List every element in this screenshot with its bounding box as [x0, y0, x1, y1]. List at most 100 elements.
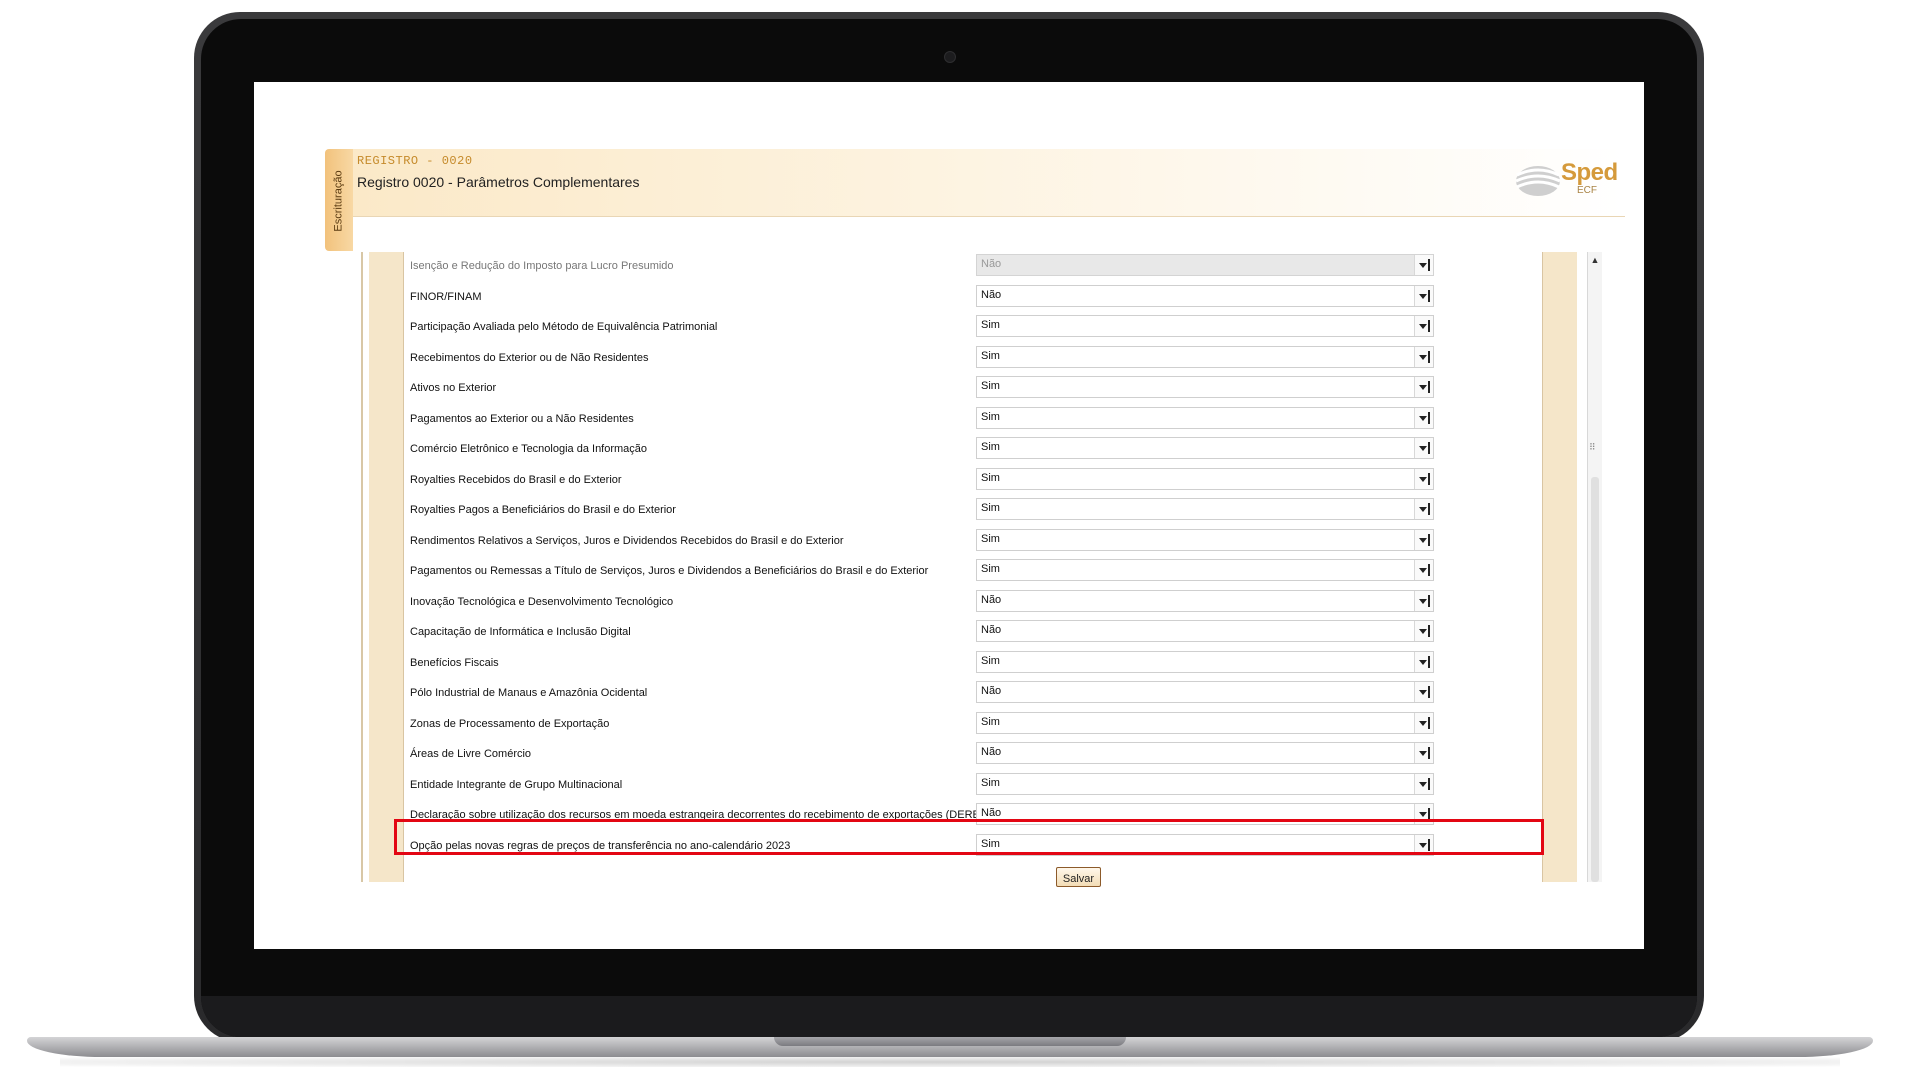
form-row: Inovação Tecnológica e Desenvolvimento T…: [404, 588, 1540, 618]
row-label: Comércio Eletrônico e Tecnologia da Info…: [410, 443, 648, 455]
yes-no-select[interactable]: Sim: [976, 772, 1434, 795]
select-value: Sim: [981, 563, 1000, 575]
yes-no-select[interactable]: Sim: [976, 650, 1434, 673]
select-value: Não: [981, 807, 1002, 819]
scrollbar[interactable]: ▲ ⠿: [1587, 252, 1602, 882]
sped-logo-text: Sped: [1561, 159, 1618, 186]
chevron-down-icon[interactable]: [1414, 438, 1433, 458]
row-label: Royalties Recebidos do Brasil e do Exter…: [410, 473, 622, 486]
yes-no-select[interactable]: Não: [976, 742, 1434, 764]
row-label: Capacitação de Informática e Inclusão Di…: [410, 626, 631, 638]
yes-no-select[interactable]: Sim: [976, 467, 1434, 490]
select-value: Sim: [981, 380, 1000, 392]
select-value: Não: [981, 746, 1002, 758]
chevron-down-icon[interactable]: [1414, 468, 1433, 489]
yes-no-select[interactable]: Não: [976, 589, 1434, 612]
panel-margin-right: [1542, 252, 1577, 882]
laptop-chin: [201, 996, 1697, 1037]
select-value: Não: [981, 685, 1002, 697]
scroll-thumb[interactable]: [1591, 477, 1599, 882]
form-row: Participação Avaliada pelo Método de Equ…: [404, 313, 1540, 343]
select-value: Não: [981, 288, 1002, 301]
arrow-up-icon[interactable]: ▲: [1589, 254, 1601, 266]
form-row: Entidade Integrante de Grupo Multinacion…: [404, 771, 1540, 801]
side-tab-label: Escrituração: [333, 170, 346, 232]
row-label: Participação Avaliada pelo Método de Equ…: [410, 321, 718, 333]
chevron-down-icon[interactable]: [1414, 712, 1433, 733]
page-title: Registro 0020 - Parâmetros Complementare…: [357, 174, 640, 190]
yes-no-select[interactable]: Sim: [976, 498, 1434, 520]
form-row: Comércio Eletrônico e Tecnologia da Info…: [404, 435, 1540, 465]
chevron-down-icon[interactable]: [1414, 346, 1433, 367]
form-panel: Isenção e Redução do Imposto para Lucro …: [361, 252, 1615, 887]
select-value: Sim: [981, 502, 1000, 514]
yes-no-select[interactable]: Sim: [976, 711, 1434, 734]
yes-no-select[interactable]: Sim: [976, 559, 1434, 581]
form-row: Áreas de Livre Comércio Não: [404, 740, 1540, 770]
row-label: Ativos no Exterior: [410, 382, 497, 394]
sped-logo: Sped ECF: [1505, 153, 1625, 205]
form-row: Zonas de Processamento de Exportação Sim: [404, 710, 1540, 740]
select-value: Sim: [981, 319, 1000, 331]
chevron-down-icon[interactable]: [1414, 407, 1433, 428]
yes-no-select[interactable]: Sim: [976, 437, 1434, 459]
chevron-down-icon[interactable]: [1414, 743, 1433, 763]
sped-logo-icon: [1515, 166, 1561, 196]
sped-logo-sub: ECF: [1577, 185, 1597, 196]
select-value: Não: [981, 258, 1002, 270]
select-value: Sim: [981, 715, 1000, 728]
row-label: FINOR/FINAM: [410, 290, 482, 303]
select-value: Sim: [981, 776, 1000, 789]
form-row: Benefícios Fiscais Sim: [404, 649, 1540, 679]
chevron-down-icon[interactable]: [1414, 377, 1433, 397]
chevron-down-icon[interactable]: [1414, 682, 1433, 702]
chevron-down-icon[interactable]: [1414, 773, 1433, 794]
panel-margin-left: [369, 252, 404, 882]
row-label: Pólo Industrial de Manaus e Amazônia Oci…: [410, 687, 648, 699]
yes-no-select[interactable]: Sim: [976, 315, 1434, 337]
form-row: Ativos no Exterior Sim: [404, 374, 1540, 404]
screen: Escrituração REGISTRO - 0020 Registro 00…: [254, 82, 1644, 949]
yes-no-select[interactable]: Não: [976, 620, 1434, 642]
yes-no-select[interactable]: Sim: [976, 406, 1434, 429]
chevron-down-icon[interactable]: [1414, 560, 1433, 580]
laptop-notch: [774, 1037, 1126, 1046]
row-label: Entidade Integrante de Grupo Multinacion…: [410, 778, 623, 791]
select-value: Não: [981, 593, 1002, 606]
save-button[interactable]: Salvar: [1056, 867, 1101, 887]
chevron-down-icon[interactable]: [1414, 529, 1433, 550]
chevron-down-icon[interactable]: [1414, 590, 1433, 611]
yes-no-select[interactable]: Sim: [976, 376, 1434, 398]
chevron-down-icon[interactable]: [1414, 621, 1433, 641]
select-value: Sim: [981, 654, 1000, 667]
yes-no-select[interactable]: Não: [976, 284, 1434, 307]
register-code: REGISTRO - 0020: [357, 154, 473, 168]
row-label: Royalties Pagos a Beneficiários do Brasi…: [410, 504, 676, 516]
select-value: Sim: [981, 349, 1000, 362]
row-label: Recebimentos do Exterior ou de Não Resid…: [410, 351, 649, 364]
row-label: Zonas de Processamento de Exportação: [410, 717, 610, 730]
row-label: Benefícios Fiscais: [410, 656, 499, 669]
row-label: Inovação Tecnológica e Desenvolvimento T…: [410, 595, 674, 608]
yes-no-select[interactable]: Sim: [976, 528, 1434, 551]
yes-no-select[interactable]: Sim: [976, 345, 1434, 368]
row-label: Isenção e Redução do Imposto para Lucro …: [410, 260, 674, 272]
chevron-down-icon[interactable]: [1414, 316, 1433, 336]
select-value: Não: [981, 624, 1002, 636]
form-row: Pólo Industrial de Manaus e Amazônia Oci…: [404, 679, 1540, 709]
grip-icon: ⠿: [1589, 442, 1596, 452]
form-row: Isenção e Redução do Imposto para Lucro …: [404, 252, 1540, 282]
form-row: Royalties Pagos a Beneficiários do Brasi…: [404, 496, 1540, 526]
row-label: Pagamentos ao Exterior ou a Não Resident…: [410, 412, 634, 425]
chevron-down-icon[interactable]: [1414, 285, 1433, 306]
chevron-down-icon[interactable]: [1414, 499, 1433, 519]
yes-no-select: Não: [976, 254, 1434, 276]
form-row: Capacitação de Informática e Inclusão Di…: [404, 618, 1540, 648]
select-value: Sim: [981, 441, 1000, 453]
side-tab-escrituracao[interactable]: Escrituração: [325, 149, 353, 251]
highlight-box: [394, 819, 1544, 855]
chevron-down-icon[interactable]: [1414, 651, 1433, 672]
row-label: Pagamentos ou Remessas a Título de Servi…: [410, 565, 929, 577]
yes-no-select[interactable]: Não: [976, 681, 1434, 703]
row-label: Áreas de Livre Comércio: [410, 748, 532, 760]
